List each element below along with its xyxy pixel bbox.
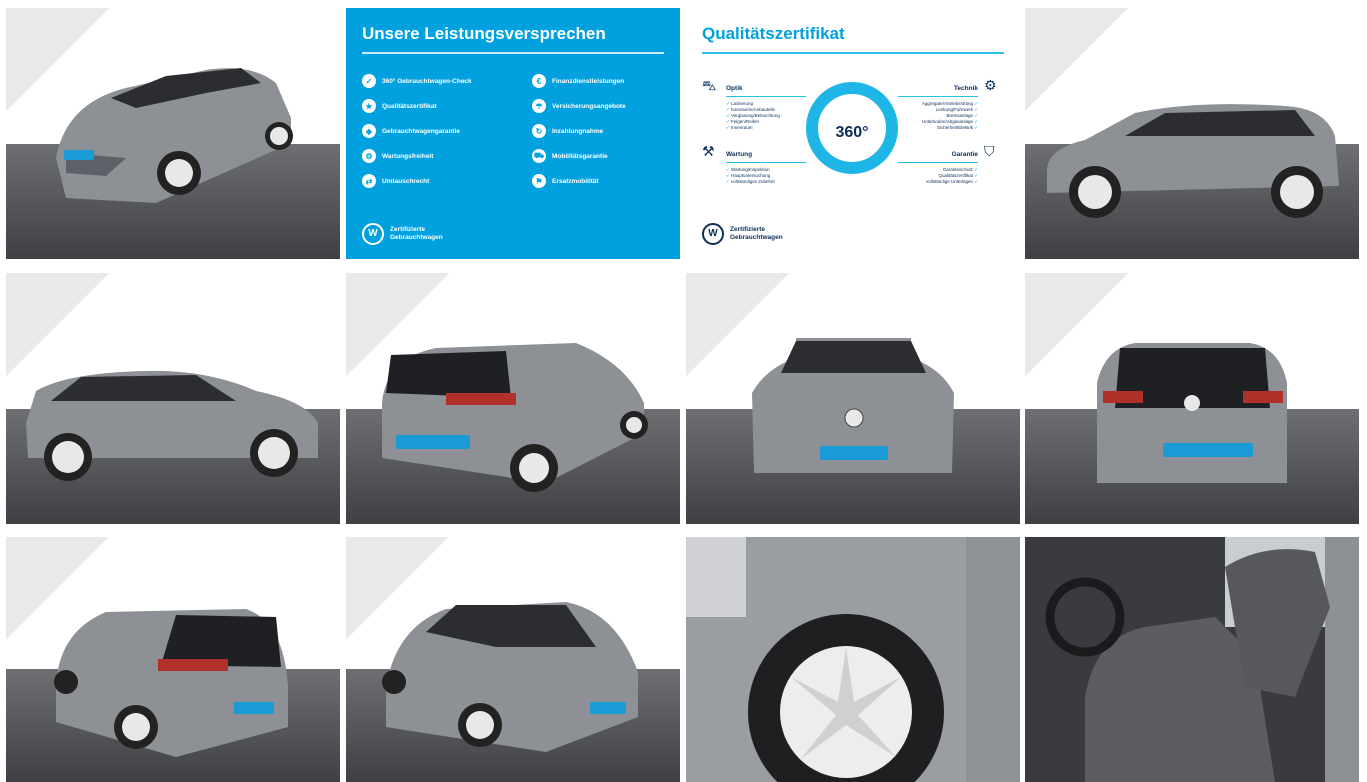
finance-icon: € bbox=[532, 74, 546, 88]
shield-icon: ◈ bbox=[362, 124, 376, 138]
car-image bbox=[752, 338, 954, 473]
car-image bbox=[686, 537, 1020, 782]
photo-front-left[interactable] bbox=[6, 8, 340, 259]
promo-card-qualitaetszertifikat[interactable]: Qualitätszertifikat ⛍ Optik ✓ Lackierung… bbox=[686, 8, 1020, 259]
promo-card-leistungsversprechen[interactable]: Unsere Leistungsversprechen ✓ 360° Gebrau… bbox=[346, 8, 680, 259]
photo-rear-left[interactable] bbox=[346, 273, 680, 524]
feature-item: ↻ Inzahlungnahme bbox=[532, 124, 603, 138]
photo-wheel-closeup[interactable] bbox=[686, 537, 1020, 782]
technik-column: Technik Aggregate/Antriebsstrang ✓ Lenku… bbox=[896, 84, 978, 131]
feature-item: € Finanzdienstleistungen bbox=[532, 74, 624, 88]
feature-item: ⇄ Umtauschrecht bbox=[362, 174, 429, 188]
photo-front[interactable] bbox=[686, 273, 1020, 524]
divider bbox=[702, 52, 1004, 54]
certificate-icon: ★ bbox=[362, 99, 376, 113]
promo-title: Qualitätszertifikat bbox=[702, 24, 845, 43]
wrench-icon: ⚙ bbox=[362, 149, 376, 163]
optik-column: Optik ✓ Lackierung ✓ Karosserie/Anbautei… bbox=[726, 84, 808, 131]
car-image bbox=[382, 343, 648, 492]
vw-footer: W Zertifizierte Gebrauchtwagen bbox=[702, 223, 783, 245]
car-icon: ⛍ bbox=[702, 78, 717, 94]
feature-item: ★ Qualitätszertifikat bbox=[362, 99, 437, 113]
car-image bbox=[26, 370, 318, 481]
mobility-icon: ⛟ bbox=[532, 149, 546, 163]
car-image bbox=[1097, 343, 1287, 483]
car-image bbox=[1047, 104, 1339, 218]
feature-item: ◈ Gebrauchtwagengarantie bbox=[362, 124, 460, 138]
trade-in-icon: ↻ bbox=[532, 124, 546, 138]
garantie-column: Garantie Garantieschutz ✓ Qualitätszerti… bbox=[896, 150, 978, 185]
photo-interior[interactable] bbox=[1025, 537, 1359, 782]
service-icon: ⚒ bbox=[702, 144, 715, 160]
insurance-icon: ☂ bbox=[532, 99, 546, 113]
check-icon: ✓ bbox=[362, 74, 376, 88]
wartung-column: Wartung ✓ Wartung/Inspektion ✓ Hauptunte… bbox=[726, 150, 808, 185]
promo-title: Unsere Leistungsversprechen bbox=[362, 24, 606, 43]
car-image bbox=[54, 609, 288, 757]
photo-rear-right[interactable] bbox=[6, 537, 340, 782]
exchange-icon: ⇄ bbox=[362, 174, 376, 188]
photo-side-left[interactable] bbox=[6, 273, 340, 524]
feature-item: ☂ Versicherungsangebote bbox=[532, 99, 626, 113]
check-360-ring: 360° bbox=[806, 82, 898, 174]
vw-logo-icon: W bbox=[702, 223, 724, 245]
feature-item: ⚑ Ersatzmobilität bbox=[532, 174, 599, 188]
divider bbox=[362, 52, 664, 54]
vw-footer: W Zertifizierte Gebrauchtwagen bbox=[362, 223, 443, 245]
car-image bbox=[1025, 537, 1359, 782]
feature-item: ⛟ Mobilitätsgarantie bbox=[532, 149, 608, 163]
feature-item: ⚙ Wartungsfreiheit bbox=[362, 149, 433, 163]
vw-logo-icon: W bbox=[362, 223, 384, 245]
photo-side-right[interactable] bbox=[1025, 8, 1359, 259]
photo-front-left-2[interactable] bbox=[346, 537, 680, 782]
car-image bbox=[56, 68, 293, 203]
feature-item: ✓ 360° Gebrauchtwagen-Check bbox=[362, 74, 472, 88]
shield-icon: ⛉ bbox=[984, 144, 995, 160]
photo-rear[interactable] bbox=[1025, 273, 1359, 524]
technik-icon: ⚙ bbox=[984, 78, 997, 94]
car-replace-icon: ⚑ bbox=[532, 174, 546, 188]
photo-gallery: Unsere Leistungsversprechen ✓ 360° Gebrau… bbox=[0, 0, 1367, 782]
car-image bbox=[382, 602, 638, 752]
